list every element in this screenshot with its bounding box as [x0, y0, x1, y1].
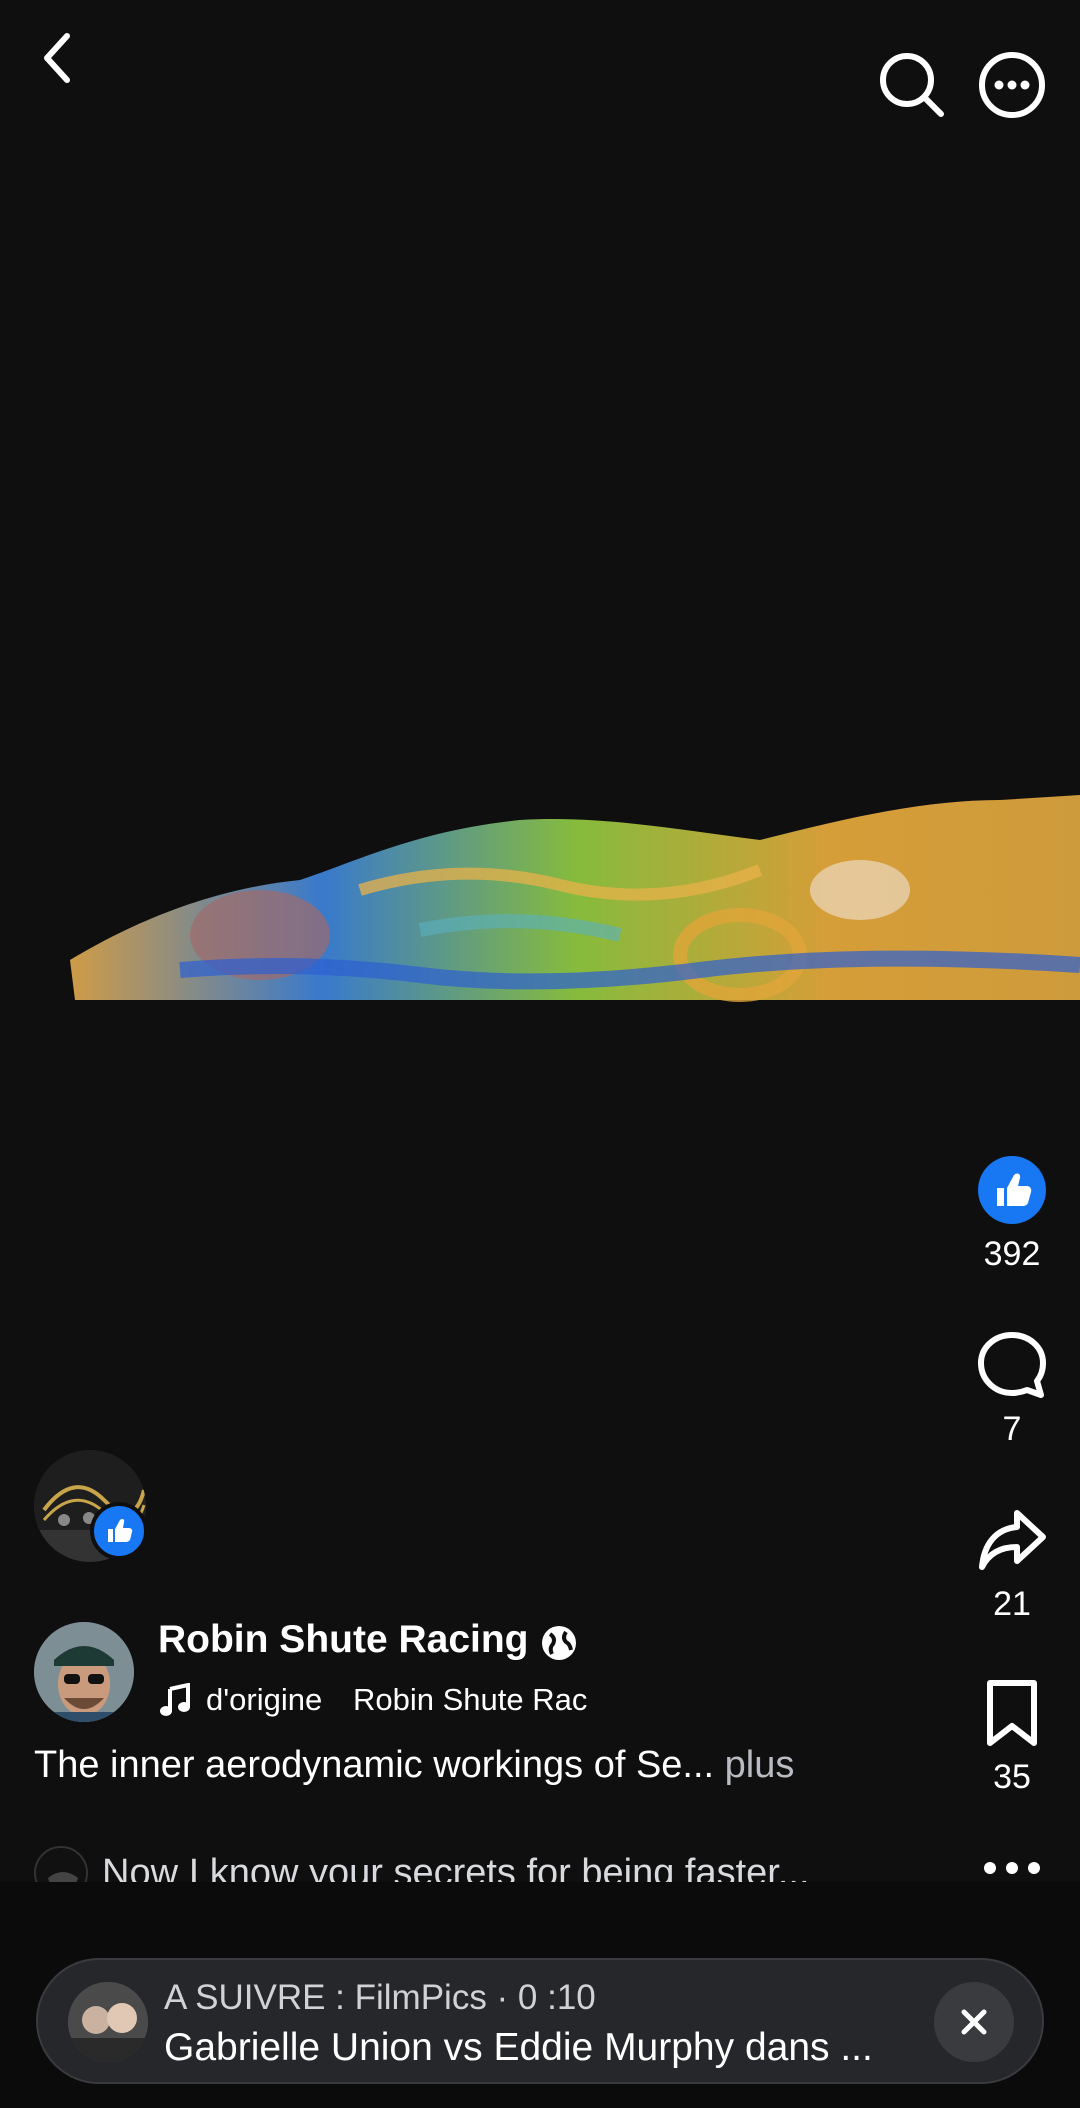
more-options-button[interactable] [972, 45, 1052, 125]
caption[interactable]: The inner aerodynamic workings of Se... … [34, 1744, 794, 1787]
comment-action[interactable]: 7 [962, 1330, 1062, 1449]
author-name[interactable]: Robin Shute Racing [158, 1618, 529, 1662]
search-icon [880, 53, 944, 117]
share-icon [979, 1510, 1046, 1570]
audio-name: d'origine [206, 1682, 323, 1717]
bookmark-icon [987, 1680, 1037, 1746]
more-horizontal-icon [979, 52, 1045, 118]
caption-more-link[interactable]: plus [725, 1744, 795, 1786]
like-action[interactable]: 392 [962, 1155, 1062, 1274]
up-next-title: Gabrielle Union vs Eddie Murphy dans ... [164, 2026, 873, 2069]
like-badge-icon [90, 1502, 148, 1560]
search-button[interactable] [872, 45, 952, 125]
aero-car-visualization [70, 795, 1080, 1002]
comment-icon [978, 1332, 1046, 1398]
up-next-card[interactable]: A SUIVRE : FilmPics · 0 :10 Gabrielle Un… [36, 1958, 1044, 2084]
close-icon [961, 2009, 987, 2035]
share-action[interactable]: 21 [962, 1505, 1062, 1624]
more-dots-icon [984, 1862, 1040, 1874]
comment-count: 7 [1002, 1410, 1022, 1448]
audio-author: Robin Shute Rac [353, 1682, 588, 1717]
up-next-thumbnail [68, 1982, 148, 2062]
caption-text: The inner aerodynamic workings of Se... [34, 1744, 715, 1786]
back-button[interactable] [22, 18, 92, 98]
up-next-close-button[interactable] [934, 1982, 1014, 2062]
like-count: 392 [983, 1235, 1041, 1273]
save-count: 35 [993, 1758, 1031, 1796]
reactor-avatar[interactable] [34, 1450, 148, 1564]
like-icon [978, 1156, 1046, 1224]
up-next-label: A SUIVRE : FilmPics · 0 :10 [164, 1978, 596, 2017]
music-icon [160, 1683, 190, 1716]
share-count: 21 [993, 1585, 1031, 1623]
author-avatar[interactable] [34, 1622, 134, 1722]
globe-icon [542, 1626, 576, 1660]
video-player[interactable] [0, 760, 1080, 1020]
audio-row[interactable]: d'origine Robin Shute Rac [158, 1678, 603, 1722]
save-action[interactable]: 35 [962, 1678, 1062, 1797]
back-icon [44, 33, 70, 83]
